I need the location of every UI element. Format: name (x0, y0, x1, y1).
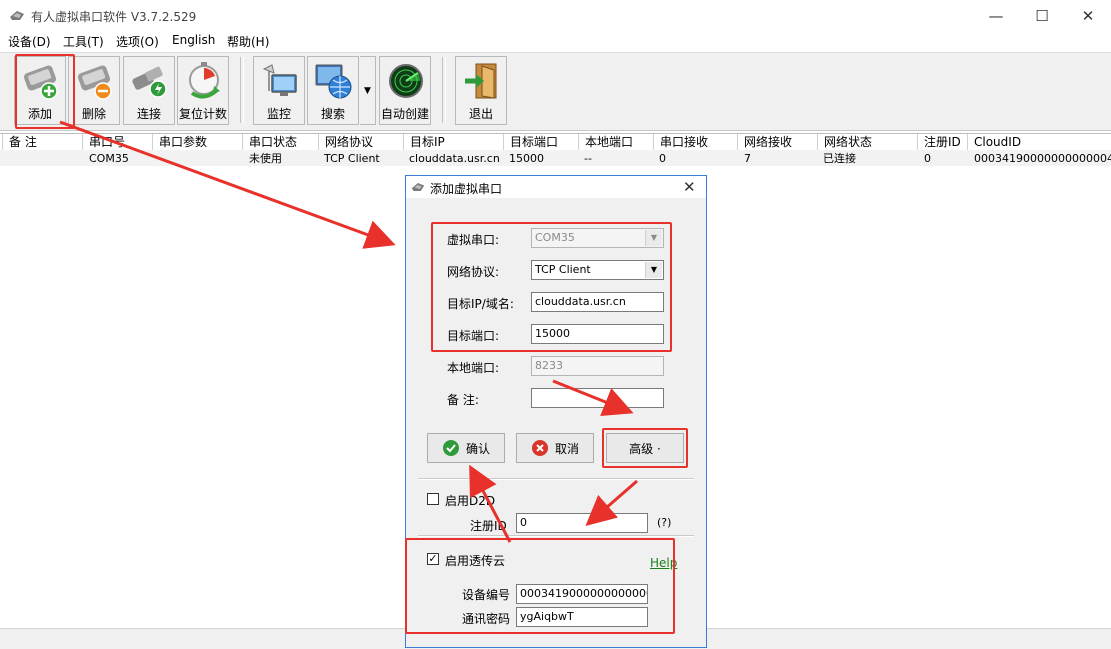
arrow-add-to-dialog (59, 120, 396, 249)
annotation-arrows (59, 120, 638, 543)
arrow-to-register-id (585, 479, 638, 526)
arrow-to-advanced (552, 379, 634, 417)
arrow-to-ok (469, 464, 512, 543)
